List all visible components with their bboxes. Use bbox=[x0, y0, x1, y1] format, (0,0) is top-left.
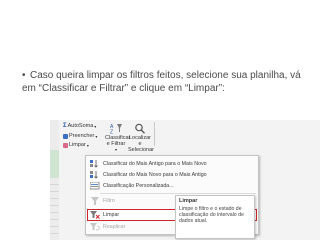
limpar-tooltip-box: Limpar Limpe o filtro e o estado de clas… bbox=[175, 195, 255, 239]
limpar-ribbon-label: Limpar bbox=[69, 142, 86, 148]
chevron-down-icon: ▾ bbox=[86, 142, 89, 148]
chevron-down-icon: ▾ bbox=[114, 147, 117, 152]
reapply-icon bbox=[90, 223, 100, 231]
preencher-label: Preencher bbox=[69, 133, 95, 139]
search-icon bbox=[135, 123, 146, 134]
filter-icon bbox=[90, 197, 100, 205]
localizar-label-1: Localizar e bbox=[128, 135, 151, 147]
ribbon-divider bbox=[154, 122, 155, 146]
autosum-icon: Σ bbox=[63, 123, 67, 129]
tooltip-title: Limpar bbox=[179, 198, 198, 204]
slide-title: EXCE L bbox=[248, 0, 286, 25]
menu-item-label: Classificação Personalizada... bbox=[103, 183, 174, 189]
tooltip-description: Limpe o filtro e o estado de classificaç… bbox=[179, 206, 244, 225]
sort-descending-icon bbox=[90, 171, 100, 179]
menu-item-label: Classificar do Mais Novo para o Mais Ant… bbox=[103, 172, 207, 178]
limpar-ribbon-button[interactable]: Limpar ▾ bbox=[63, 142, 89, 148]
bullet-dot: • bbox=[22, 70, 26, 81]
autosoma-label: AutoSoma bbox=[67, 123, 94, 129]
sort-filter-icon: A Z bbox=[110, 124, 122, 135]
preencher-button[interactable]: Preencher ▾ bbox=[63, 133, 97, 139]
menu-item-sort-new-old[interactable]: Classificar do Mais Novo para o Mais Ant… bbox=[88, 170, 256, 180]
menu-item-label: Filtro bbox=[103, 198, 115, 204]
classificar-filtrar-button[interactable]: A Z Classificar e Filtrar ▾ bbox=[105, 123, 130, 153]
menu-item-label: Classificar do Mais Antigo para o Mais N… bbox=[103, 161, 207, 167]
autosoma-button[interactable]: Σ AutoSoma ▾ bbox=[63, 123, 96, 129]
selected-rows-indicator bbox=[50, 150, 59, 178]
sort-ascending-icon bbox=[90, 160, 100, 168]
menu-item-custom-sort[interactable]: Classificação Personalizada... bbox=[88, 181, 256, 191]
fill-down-icon bbox=[63, 133, 68, 139]
bullet-text-block: • Caso queira limpar os filtros feitos, s… bbox=[22, 69, 312, 95]
localizar-label-2: Selecionar bbox=[128, 147, 154, 153]
menu-item-label: Limpar bbox=[103, 212, 120, 218]
menu-item-sort-old-new[interactable]: Classificar do Mais Antigo para o Mais N… bbox=[88, 159, 256, 169]
localizar-selecionar-button[interactable]: Localizar e Selecionar ▾ bbox=[128, 123, 154, 159]
clear-filter-icon bbox=[90, 211, 100, 219]
bullet-text: Caso queira limpar os filtros feitos, se… bbox=[22, 70, 301, 94]
menu-separator bbox=[100, 193, 256, 194]
chevron-down-icon: ▾ bbox=[94, 123, 97, 129]
eraser-icon bbox=[63, 142, 68, 148]
menu-item-label: Reaplicar bbox=[103, 224, 126, 230]
chevron-down-icon: ▾ bbox=[95, 133, 98, 139]
custom-sort-icon bbox=[89, 181, 100, 190]
svg-text:Z: Z bbox=[110, 130, 113, 135]
